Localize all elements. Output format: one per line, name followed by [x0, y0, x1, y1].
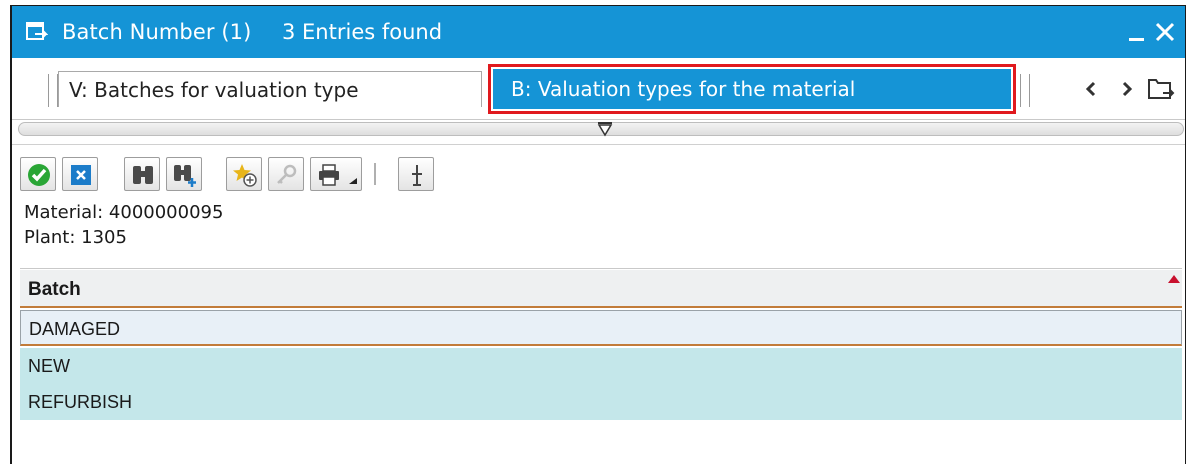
column-header-batch[interactable]: Batch [20, 270, 1182, 308]
cell-batch: NEW [28, 356, 70, 376]
chevron-right-icon[interactable] [1116, 76, 1138, 102]
material-info: Material: 4000000095 [24, 202, 224, 223]
minimize-icon[interactable] [1127, 24, 1147, 44]
tab-valuation-types-for-material[interactable]: B: Valuation types for the material [488, 64, 1016, 114]
tab-strip: V: Batches for valuation type B: Valuati… [12, 58, 1185, 120]
title-bar: Batch Number (1) 3 Entries found [12, 6, 1185, 58]
table-divider [20, 268, 1182, 269]
find-next-button[interactable] [166, 157, 202, 191]
continue-button[interactable] [20, 157, 56, 191]
chevron-left-icon[interactable] [1080, 76, 1102, 102]
tab-batches-for-valuation-type[interactable]: V: Batches for valuation type [58, 71, 482, 107]
check-icon [28, 164, 50, 186]
tab-scroll-edge-left [48, 74, 58, 107]
value-help-dialog: Batch Number (1) 3 Entries found V: Batc… [10, 5, 1186, 464]
plant-info: Plant: 1305 [24, 227, 127, 248]
close-icon[interactable] [1153, 20, 1177, 44]
dropdown-arrow-icon [349, 178, 357, 184]
tab-label: B: Valuation types for the material [511, 77, 856, 101]
tab-scroll-edge-right [1020, 74, 1030, 107]
window-icon [26, 22, 48, 40]
find-icon [133, 166, 153, 184]
sort-indicator-icon[interactable] [1168, 275, 1180, 283]
toolbar-separator [374, 163, 376, 185]
tab-list-icon[interactable] [1146, 76, 1176, 102]
print-button[interactable] [310, 157, 362, 191]
entries-count: 3 Entries found [282, 20, 443, 44]
add-favorite-icon [233, 164, 257, 187]
cell-batch: REFURBISH [28, 392, 133, 412]
collapse-arrow-icon[interactable] [596, 119, 614, 137]
key-icon [277, 164, 297, 184]
cancel-icon [71, 165, 91, 185]
column-header-label: Batch [28, 279, 81, 300]
insert-button[interactable] [398, 157, 434, 191]
insert-icon [412, 165, 422, 186]
cell-batch: DAMAGED [29, 319, 121, 339]
key-button[interactable] [268, 157, 304, 191]
active-tab-body: B: Valuation types for the material [493, 69, 1011, 109]
add-favorite-button[interactable] [226, 157, 262, 191]
dialog-title: Batch Number (1) [62, 20, 252, 44]
table-row[interactable]: DAMAGED [20, 310, 1182, 346]
table-row[interactable]: NEW [20, 348, 1182, 384]
cancel-button[interactable] [62, 157, 98, 191]
table-row[interactable]: REFURBISH [20, 384, 1182, 420]
find-next-icon [174, 165, 196, 187]
print-icon [319, 164, 339, 186]
find-button[interactable] [124, 157, 160, 191]
toolbar [12, 144, 1185, 196]
tab-label: V: Batches for valuation type [69, 78, 359, 102]
